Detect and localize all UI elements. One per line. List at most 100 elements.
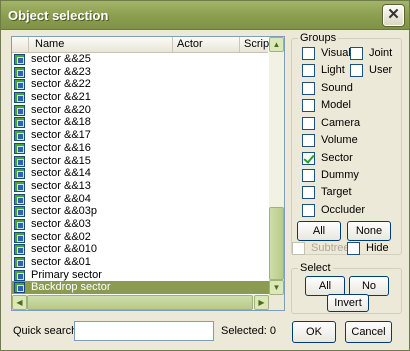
list-item[interactable]: sector &&04	[12, 193, 269, 206]
list-item[interactable]: sector &&25	[12, 53, 269, 66]
quick-search-label: Quick search:	[13, 325, 81, 337]
list-item[interactable]: sector &&22	[12, 78, 269, 91]
checkbox-volume-label: Volume	[321, 134, 358, 146]
select-invert-button[interactable]: Invert	[327, 294, 369, 312]
checkbox-dummy-label: Dummy	[321, 169, 359, 181]
checkbox-model-box[interactable]	[302, 99, 315, 112]
checkbox-camera-box[interactable]	[302, 117, 315, 130]
list-item[interactable]: sector &&23	[12, 66, 269, 79]
sector-icon	[14, 180, 25, 192]
sector-icon	[14, 282, 25, 294]
horizontal-scrollbar[interactable]: ◀ ▶	[12, 295, 269, 310]
list-item[interactable]: Primary sector	[12, 269, 269, 282]
select-no-button[interactable]: No	[349, 276, 389, 296]
window-title: Object selection	[8, 8, 109, 23]
checkbox-sector-box[interactable]	[302, 152, 315, 165]
sector-icon	[14, 79, 25, 91]
list-item-label: sector &&21	[31, 91, 91, 104]
list-rows: sector &&25 sector &&23 sector &&22 sector …	[12, 53, 269, 294]
sector-icon	[14, 218, 25, 230]
checkbox-hide-box[interactable]	[347, 242, 360, 255]
select-all-button[interactable]: All	[305, 276, 345, 296]
column-header-name[interactable]: Name	[29, 37, 173, 53]
sector-icon	[14, 206, 25, 218]
scroll-up-button[interactable]: ▲	[269, 37, 284, 52]
list-item-label: sector &&17	[31, 129, 91, 142]
groups-all-button[interactable]: All	[297, 221, 341, 241]
checkbox-sound-box[interactable]	[302, 82, 315, 95]
title-bar[interactable]: Object selection ✕	[1, 1, 409, 30]
list-item[interactable]: sector &&010	[12, 243, 269, 256]
list-item-label: sector &&13	[31, 179, 91, 192]
list-item[interactable]: sector &&02	[12, 231, 269, 244]
column-header-checkbox[interactable]	[12, 37, 29, 53]
checkbox-user-label: User	[369, 64, 393, 76]
list-item-label: sector &&25	[31, 53, 91, 65]
list-item[interactable]: sector &&13	[12, 180, 269, 193]
list-item[interactable]: sector &&21	[12, 91, 269, 104]
list-item-label: sector &&03	[31, 217, 91, 230]
close-button[interactable]: ✕	[383, 5, 404, 26]
list-item-label: Backdrop sector	[31, 281, 111, 294]
checkbox-volume-box[interactable]	[302, 134, 315, 147]
list-item[interactable]: sector &&16	[12, 142, 269, 155]
vertical-scroll-thumb[interactable]	[269, 207, 284, 280]
sector-icon	[14, 66, 25, 78]
checkbox-hide-label: Hide	[366, 242, 389, 254]
sector-icon	[14, 117, 25, 129]
checkbox-subtree-box[interactable]	[292, 242, 305, 255]
sector-icon	[14, 130, 25, 142]
list-item-label: sector &&04	[31, 192, 91, 205]
list-item[interactable]: Backdrop sector	[12, 281, 269, 294]
selected-count: Selected: 0	[221, 325, 277, 337]
checkbox-occluder-box[interactable]	[302, 204, 315, 217]
sector-icon	[14, 231, 25, 243]
quick-search-input[interactable]	[74, 321, 214, 341]
list-item[interactable]: sector &&18	[12, 116, 269, 129]
checkbox-model-label: Model	[321, 99, 351, 111]
horizontal-scroll-thumb[interactable]	[27, 295, 253, 310]
list-item[interactable]: sector &&20	[12, 104, 269, 117]
column-header-script[interactable]: Script	[240, 37, 272, 53]
object-selection-dialog: Object selection ✕ Name Actor Script sec…	[0, 0, 410, 351]
checkbox-visual-box[interactable]	[302, 47, 315, 60]
list-item[interactable]: sector &&03p	[12, 205, 269, 218]
sector-icon	[14, 269, 25, 281]
list-item[interactable]: sector &&03	[12, 218, 269, 231]
list-item-label: sector &&16	[31, 141, 91, 154]
checkbox-camera-label: Camera	[321, 117, 361, 129]
list-item-label: sector &&15	[31, 154, 91, 167]
scroll-down-button[interactable]: ▼	[269, 280, 284, 295]
checkbox-joint-box[interactable]	[350, 47, 363, 60]
checkbox-user-box[interactable]	[350, 64, 363, 77]
list-item-label: sector &&010	[31, 243, 98, 256]
checkbox-visual-label: Visual	[321, 47, 351, 59]
list-item[interactable]: sector &&01	[12, 256, 269, 269]
sector-icon	[14, 257, 25, 268]
scroll-left-button[interactable]: ◀	[12, 295, 27, 310]
select-box: Select All No Invert	[291, 262, 402, 314]
scroll-corner	[269, 295, 284, 310]
groups-label: Groups	[298, 32, 339, 44]
groups-none-button[interactable]: None	[347, 221, 391, 241]
list-item[interactable]: sector &&17	[12, 129, 269, 142]
sector-icon	[14, 193, 25, 205]
ok-button[interactable]: OK	[292, 321, 336, 343]
object-list[interactable]: Name Actor Script sector &&25 sector &&23…	[11, 36, 285, 311]
column-header-actor[interactable]: Actor	[173, 37, 240, 53]
vertical-scrollbar[interactable]: ▲ ▼	[269, 37, 284, 295]
sector-icon	[14, 155, 25, 167]
checkbox-dummy-box[interactable]	[302, 169, 315, 182]
list-item-label: sector &&03p	[31, 205, 98, 218]
list-item[interactable]: sector &&14	[12, 167, 269, 180]
close-icon: ✕	[387, 6, 400, 23]
select-label: Select	[298, 262, 333, 274]
checkbox-joint-label: Joint	[369, 47, 393, 59]
scroll-right-button[interactable]: ▶	[254, 295, 269, 310]
cancel-button[interactable]: Cancel	[345, 321, 392, 343]
list-item-label: sector &&18	[31, 116, 91, 129]
checkbox-light-box[interactable]	[302, 64, 315, 77]
checkbox-target-box[interactable]	[302, 186, 315, 199]
list-item[interactable]: sector &&15	[12, 155, 269, 168]
checkbox-subtree-label: Subtree	[311, 242, 350, 254]
